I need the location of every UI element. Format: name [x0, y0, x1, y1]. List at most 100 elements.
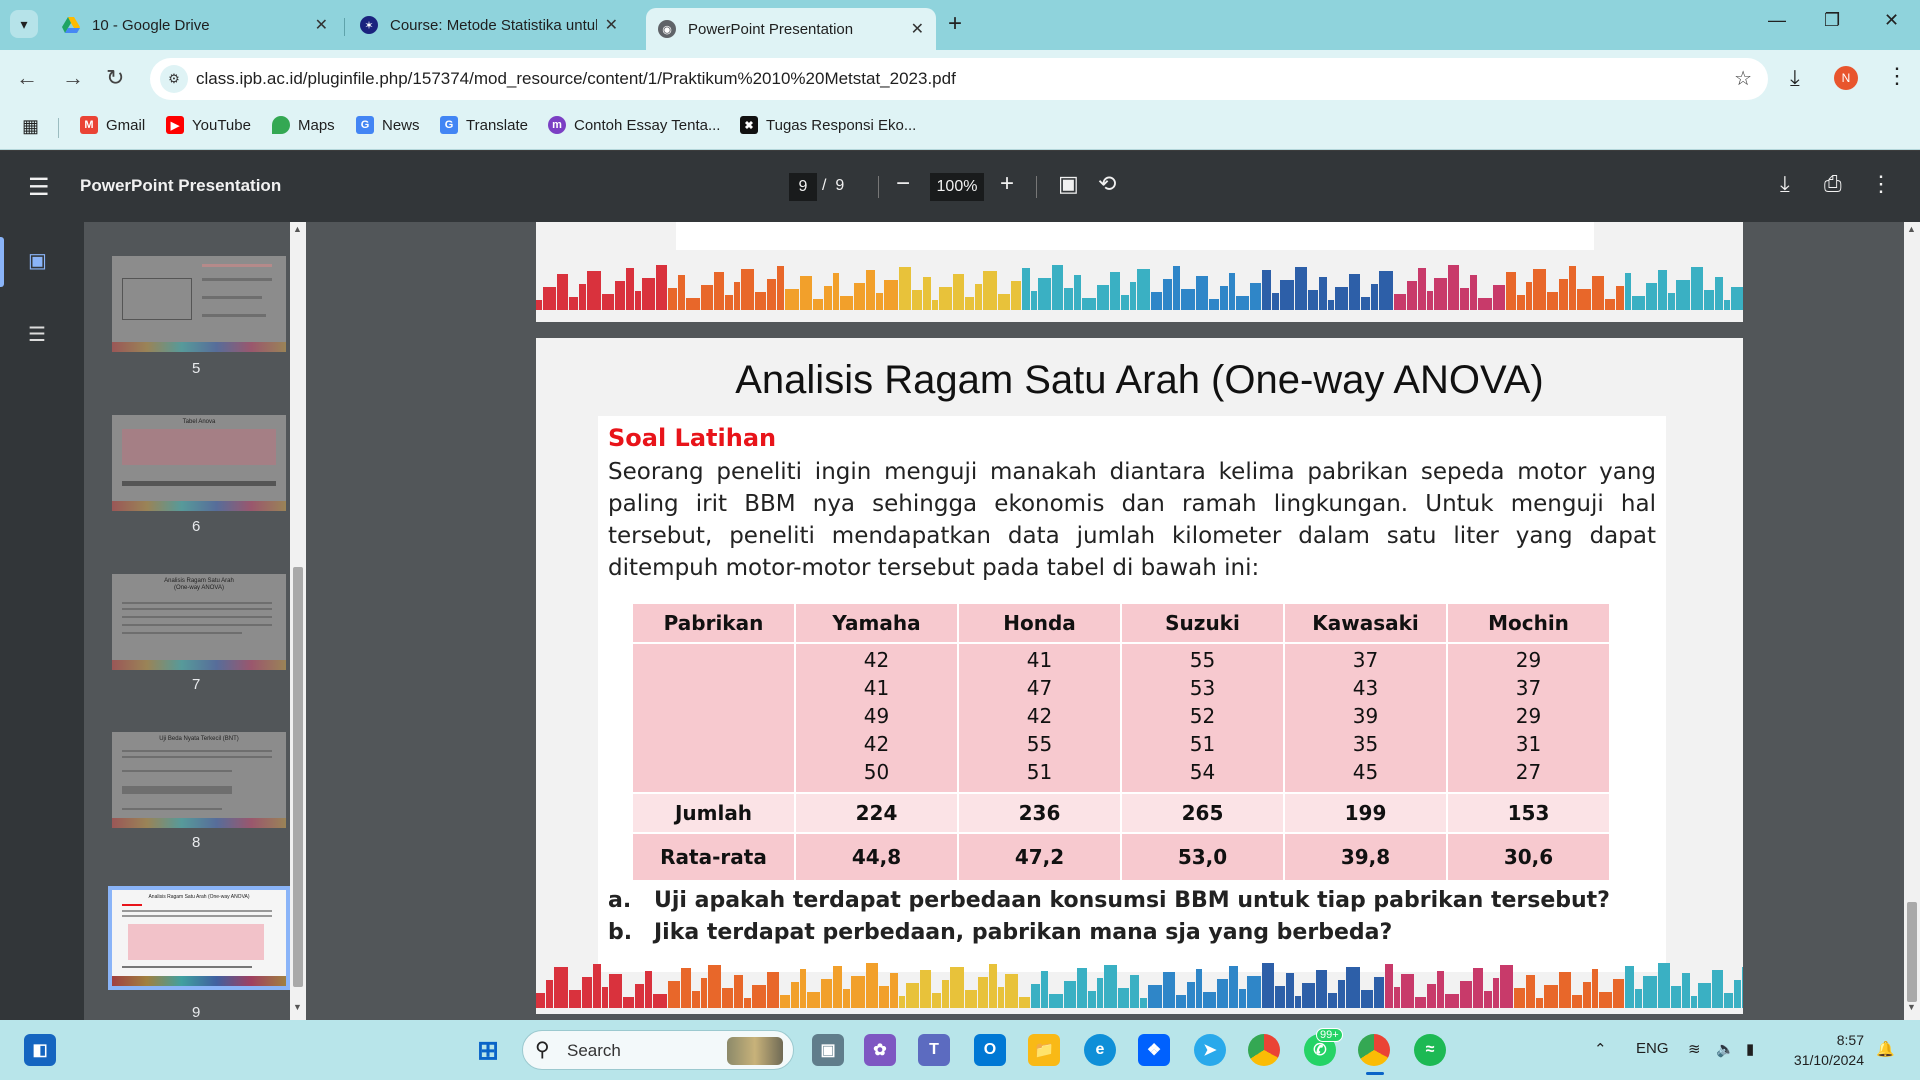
tab-google-drive[interactable]: 10 - Google Drive ✕: [50, 8, 340, 42]
thumbnails-view-icon[interactable]: ▣: [28, 248, 47, 273]
url-text[interactable]: class.ipb.ac.id/pluginfile.php/157374/mo…: [196, 69, 956, 89]
table-cell-suzuki-values: 55 53 52 51 54: [1122, 644, 1283, 792]
bookmark-gmail[interactable]: M Gmail: [80, 116, 145, 134]
skyline-building: [824, 286, 832, 310]
thumbnail-page-5[interactable]: [112, 256, 286, 352]
thumbnail-title: Analisis Ragam Satu Arah (One-way ANOVA): [112, 578, 286, 592]
edge-icon[interactable]: e: [1084, 1034, 1116, 1066]
task-view-icon[interactable]: ▣: [812, 1034, 844, 1066]
fit-to-page-icon[interactable]: ▣: [1058, 171, 1079, 197]
scrollbar-thumb[interactable]: [293, 567, 303, 987]
thumbnail-page-6[interactable]: Tabel Anova: [112, 415, 286, 511]
tab-powerpoint-presentation[interactable]: ◉ PowerPoint Presentation ✕: [646, 8, 936, 50]
document-scrollbar[interactable]: ▲ ▼: [1904, 222, 1920, 1020]
reload-icon[interactable]: ↻: [106, 65, 124, 91]
zoom-out-icon[interactable]: −: [896, 170, 910, 198]
browser-menu-icon[interactable]: ⋮: [1886, 63, 1908, 89]
bookmark-news[interactable]: G News: [356, 116, 420, 134]
document-viewport[interactable]: Analisis Ragam Satu Arah (One-way ANOVA)…: [306, 222, 1920, 1020]
apps-grid-icon[interactable]: ▦: [22, 116, 39, 137]
copilot-icon[interactable]: ✿: [864, 1034, 896, 1066]
thumbnail-page-7[interactable]: Analisis Ragam Satu Arah (One-way ANOVA): [112, 574, 286, 670]
address-bar[interactable]: ⚙ class.ipb.ac.id/pluginfile.php/157374/…: [150, 58, 1768, 100]
skyline-building: [1698, 983, 1711, 1008]
skyline-building: [593, 964, 601, 1008]
thumbnail-label: 5: [192, 360, 201, 377]
skyline-building: [1374, 977, 1384, 1008]
bookmark-youtube[interactable]: ▶ YouTube: [166, 116, 251, 134]
windows-taskbar: ◧ ⊞ ⚲ Search ▣ ✿ T O 📁 e ❖ ➤ ✆ 99+ ≈ ⌃ E…: [0, 1020, 1920, 1080]
skyline-building: [1434, 278, 1447, 310]
volume-icon[interactable]: 🔈: [1716, 1040, 1735, 1058]
close-tab-icon[interactable]: ✕: [911, 19, 924, 39]
skyline-building: [1646, 283, 1657, 310]
print-icon[interactable]: ⎙: [1824, 171, 1842, 197]
profile-avatar[interactable]: N: [1834, 66, 1858, 90]
skyline-building: [843, 989, 850, 1008]
widgets-icon[interactable]: ◧: [24, 1034, 56, 1066]
taskbar-search-box[interactable]: ⚲ Search: [522, 1030, 794, 1070]
thumbnail-page-9[interactable]: Analisis Ragam Satu Arah (One-way ANOVA): [108, 886, 290, 990]
skyline-building: [1229, 273, 1235, 310]
download-icon[interactable]: ⤓: [1780, 171, 1790, 197]
bookmark-tugas-responsi[interactable]: ✖ Tugas Responsi Eko...: [740, 116, 916, 134]
telegram-icon[interactable]: ➤: [1194, 1034, 1226, 1066]
battery-icon[interactable]: ▮: [1746, 1040, 1754, 1058]
bookmark-contoh-essay[interactable]: m Contoh Essay Tenta...: [548, 116, 720, 134]
downloads-icon[interactable]: ⤓: [1790, 65, 1800, 91]
scroll-up-icon[interactable]: ▲: [293, 224, 302, 234]
skyline-building: [635, 291, 641, 310]
skyline-building: [1064, 981, 1076, 1008]
chrome-profile-icon[interactable]: [1358, 1034, 1390, 1066]
thumbnail-page-8[interactable]: Uji Beda Nyata Terkecil (BNT): [112, 732, 286, 828]
table-cell-empty: [633, 644, 794, 792]
close-window-icon[interactable]: ✕: [1884, 10, 1899, 31]
windows-start-icon[interactable]: ⊞: [472, 1034, 504, 1066]
show-hidden-icons-icon[interactable]: ⌃: [1594, 1040, 1607, 1058]
file-explorer-icon[interactable]: 📁: [1028, 1034, 1060, 1066]
system-clock[interactable]: 8:57 31/10/2024: [1788, 1030, 1864, 1070]
tab-divider: [344, 18, 345, 36]
scroll-down-icon[interactable]: ▼: [293, 1002, 302, 1012]
close-tab-icon[interactable]: ✕: [605, 15, 618, 35]
skyline-building: [1484, 991, 1492, 1008]
restore-icon[interactable]: ❐: [1824, 10, 1840, 31]
chrome-icon[interactable]: [1248, 1034, 1280, 1066]
notifications-bell-icon[interactable]: 🔔: [1876, 1040, 1895, 1058]
scroll-down-icon[interactable]: ▼: [1907, 1002, 1916, 1012]
outlook-icon[interactable]: O: [974, 1034, 1006, 1066]
tab-course[interactable]: ✶ Course: Metode Statistika untuk ✕: [348, 8, 630, 42]
language-indicator[interactable]: ENG: [1636, 1040, 1669, 1057]
scroll-up-icon[interactable]: ▲: [1907, 224, 1916, 234]
wifi-icon[interactable]: ≋: [1688, 1040, 1701, 1058]
new-tab-icon[interactable]: +: [948, 10, 962, 38]
dropbox-icon[interactable]: ❖: [1138, 1034, 1170, 1066]
bookmark-maps[interactable]: Maps: [272, 116, 335, 134]
tab-search-dropdown-button[interactable]: ▾: [10, 10, 38, 38]
skyline-building: [582, 977, 592, 1008]
question-text: Jika terdapat perbedaan, pabrikan mana s…: [654, 920, 1393, 945]
skyline-building: [998, 294, 1010, 310]
page-number-input[interactable]: 9: [789, 173, 817, 201]
table-row-rata-rata: Rata-rata 44,8 47,2 53,0 39,8 30,6: [633, 834, 1609, 880]
zoom-level-input[interactable]: 100%: [930, 173, 984, 201]
more-options-icon[interactable]: ⋮: [1870, 171, 1892, 197]
zoom-in-icon[interactable]: +: [1000, 170, 1014, 198]
rotate-icon[interactable]: ⟲: [1098, 171, 1116, 197]
forward-arrow-icon[interactable]: →: [62, 65, 84, 91]
skyline-building: [950, 967, 964, 1008]
outline-view-icon[interactable]: ☰: [28, 322, 46, 347]
back-arrow-icon[interactable]: ←: [16, 65, 38, 91]
menu-icon[interactable]: ☰: [28, 173, 50, 202]
spotify-icon[interactable]: ≈: [1414, 1034, 1446, 1066]
bookmark-star-icon[interactable]: ☆: [1734, 66, 1752, 91]
teams-icon[interactable]: T: [918, 1034, 950, 1066]
site-info-icon[interactable]: ⚙: [160, 65, 188, 93]
close-tab-icon[interactable]: ✕: [315, 15, 328, 35]
scrollbar-thumb[interactable]: [1907, 902, 1917, 1002]
tab-strip: ▾ 10 - Google Drive ✕ ✶ Course: Metode S…: [0, 0, 1920, 50]
bookmark-translate[interactable]: G Translate: [440, 116, 528, 134]
sidebar-scrollbar[interactable]: ▲ ▼: [290, 222, 306, 1020]
skyline-building: [1110, 272, 1120, 310]
minimize-icon[interactable]: —: [1768, 10, 1786, 31]
